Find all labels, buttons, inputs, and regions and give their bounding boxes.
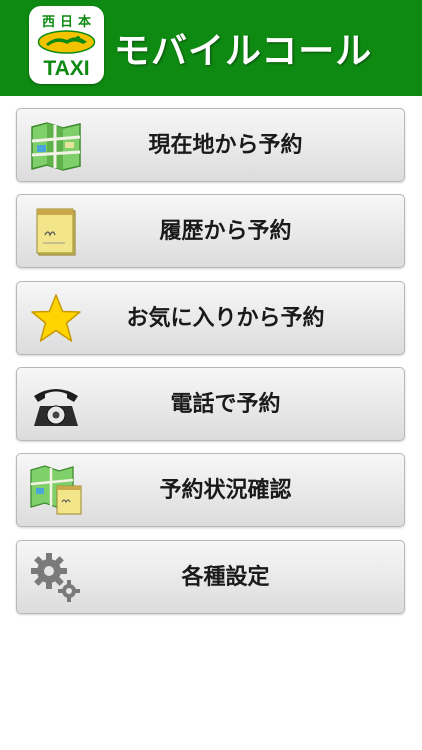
reserve-from-current-location-button[interactable]: 現在地から予約 xyxy=(16,108,405,182)
menu-label: 予約状況確認 xyxy=(159,478,292,503)
menu-label: 履歴から予約 xyxy=(159,219,292,244)
menu-label: お気に入りから予約 xyxy=(126,306,325,331)
taxi-logo: 西日本 TAXI xyxy=(29,6,104,84)
menu-label: 各種設定 xyxy=(181,565,270,590)
app-header: 西日本 TAXI モバイルコール xyxy=(0,0,422,96)
reserve-by-phone-button[interactable]: 電話で予約 xyxy=(16,367,405,441)
app-title: モバイルコール xyxy=(114,31,373,72)
settings-button[interactable]: 各種設定 xyxy=(16,540,405,614)
menu-label: 電話で予約 xyxy=(170,392,281,417)
menu-label: 現在地から予約 xyxy=(148,133,303,158)
logo-kanji: 西日本 xyxy=(41,15,96,30)
logo-taxi-text: TAXI xyxy=(43,57,90,80)
reserve-from-favorites-button[interactable]: お気に入りから予約 xyxy=(16,281,405,355)
reserve-from-history-button[interactable]: 履歴から予約 xyxy=(16,194,405,268)
logo-emblem-icon xyxy=(37,30,96,54)
reservation-status-button[interactable]: 予約状況確認 xyxy=(16,453,405,527)
